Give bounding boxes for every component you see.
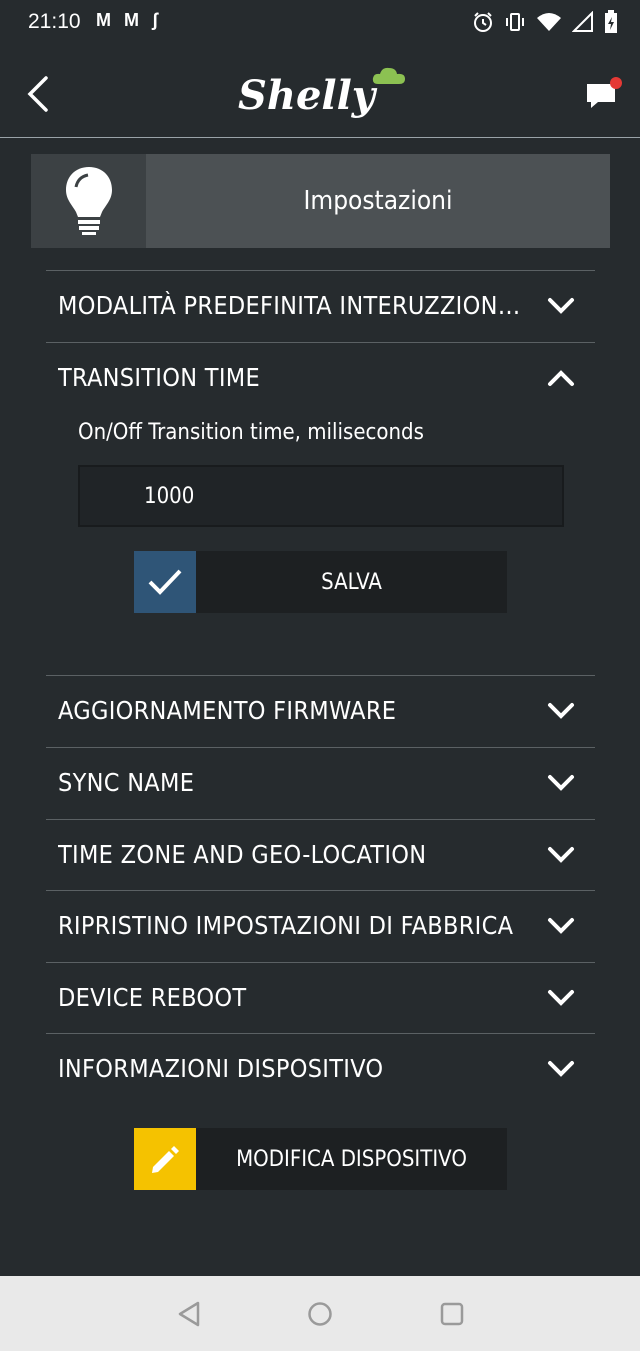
wifi-icon (537, 13, 561, 31)
nav-home-icon[interactable] (307, 1301, 333, 1327)
section-factory-reset[interactable]: RIPRISTINO IMPOSTAZIONI DI FABBRICA (46, 890, 595, 963)
section-label: TIME ZONE AND GEO-LOCATION (58, 840, 427, 869)
save-button[interactable]: SALVA (134, 551, 507, 613)
section-label: TRANSITION TIME (58, 363, 260, 392)
chevron-down-icon (548, 298, 574, 314)
system-nav-bar (0, 1276, 640, 1351)
page-title: Impostazioni (303, 186, 453, 216)
pencil-icon (152, 1146, 179, 1173)
section-firmware-update[interactable]: AGGIORNAMENTO FIRMWARE (46, 675, 595, 748)
device-banner: Impostazioni (31, 154, 610, 248)
save-icon-box (134, 551, 196, 613)
status-time: 21:10 (28, 10, 81, 33)
transition-time-input[interactable] (78, 465, 564, 527)
notification-icons: M M ʃ (96, 10, 162, 30)
section-label: MODALITÀ PREDEFINITA INTERUZZIONE ... (58, 291, 528, 320)
section-sync-name[interactable]: SYNC NAME (46, 747, 595, 820)
chevron-left-icon (27, 76, 48, 112)
chevron-down-icon (548, 847, 574, 863)
section-device-info[interactable]: INFORMAZIONI DISPOSITIVO (46, 1033, 595, 1106)
status-icons (472, 10, 618, 34)
status-bar: 21:10 M M ʃ (0, 0, 640, 48)
edit-icon-box (134, 1128, 196, 1190)
shelly-logo: Shelly (238, 66, 408, 126)
alarm-icon (474, 12, 492, 32)
chevron-down-icon (548, 990, 574, 1006)
nav-recents-icon[interactable] (439, 1301, 465, 1327)
chevron-down-icon (548, 918, 574, 934)
section-time-zone[interactable]: TIME ZONE AND GEO-LOCATION (46, 819, 595, 892)
save-label: SALVA (321, 569, 382, 595)
logo-text: Shelly (238, 72, 376, 119)
nav-back-icon[interactable] (176, 1301, 202, 1327)
chat-notification-icon (587, 77, 622, 108)
transition-field-label: On/Off Transition time, miliseconds (78, 420, 424, 445)
chevron-down-icon (548, 703, 574, 719)
section-default-mode[interactable]: MODALITÀ PREDEFINITA INTERUZZIONE ... (46, 270, 595, 343)
cloud-icon (372, 67, 405, 84)
section-label: AGGIORNAMENTO FIRMWARE (58, 696, 397, 725)
section-label: RIPRISTINO IMPOSTAZIONI DI FABBRICA (58, 911, 514, 940)
checkmark-icon (148, 569, 182, 595)
section-label: SYNC NAME (58, 768, 195, 797)
section-label: DEVICE REBOOT (58, 983, 247, 1012)
edit-device-label: MODIFICA DISPOSITIVO (236, 1146, 467, 1172)
section-device-reboot[interactable]: DEVICE REBOOT (46, 962, 595, 1035)
vibrate-icon (506, 13, 524, 31)
section-label: INFORMAZIONI DISPOSITIVO (58, 1054, 384, 1083)
chevron-down-icon (548, 775, 574, 791)
device-icon-box (31, 154, 146, 248)
app-header: Shelly (0, 48, 640, 138)
battery-icon (605, 10, 617, 33)
chevron-up-icon (548, 370, 574, 386)
lightbulb-icon (65, 167, 112, 235)
section-transition-time[interactable]: TRANSITION TIME (46, 342, 595, 415)
signal-icon (572, 11, 593, 32)
edit-device-button[interactable]: MODIFICA DISPOSITIVO (134, 1128, 507, 1190)
chevron-down-icon (548, 1061, 574, 1077)
chat-button[interactable] (584, 74, 624, 114)
back-button[interactable] (22, 74, 58, 114)
